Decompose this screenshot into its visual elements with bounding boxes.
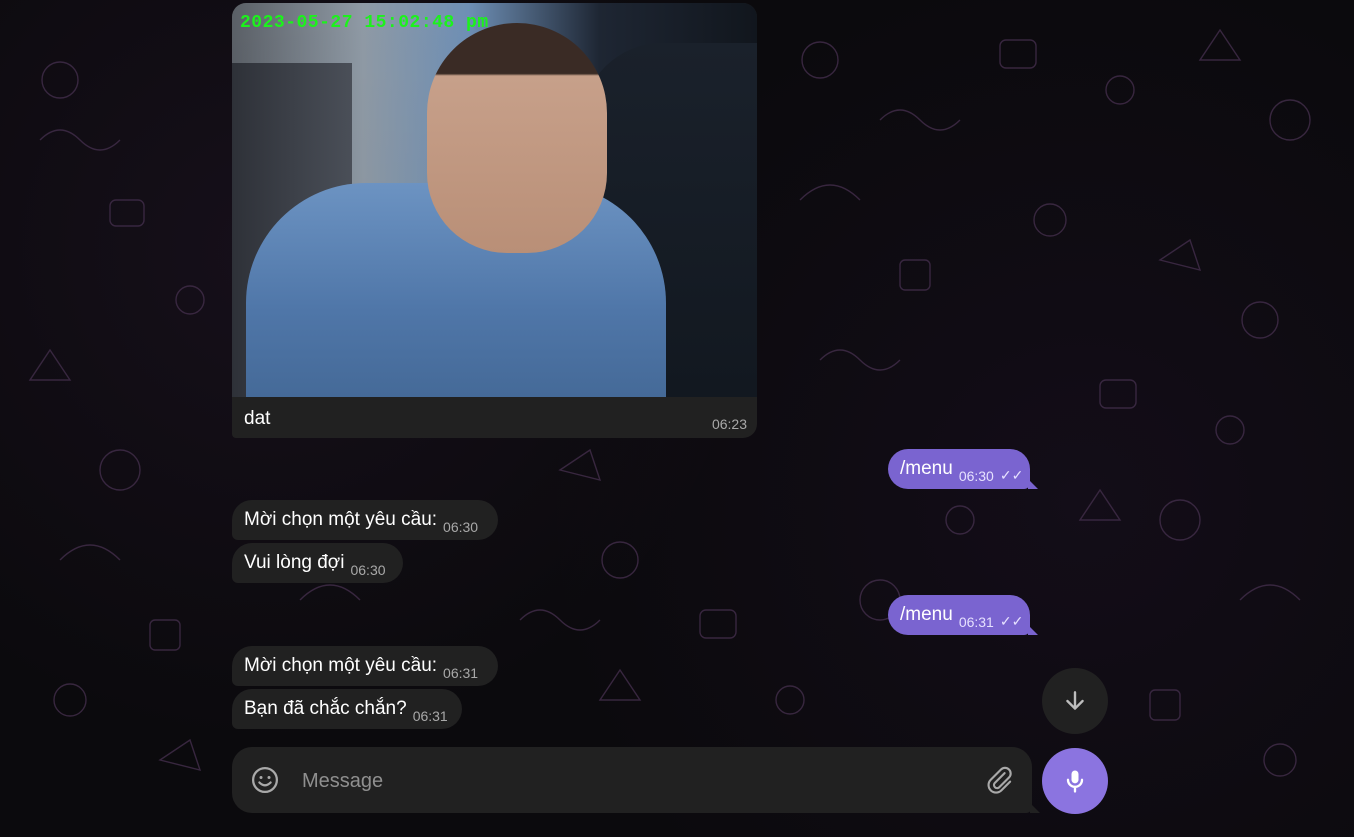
message-text: Mời chọn một yêu cầu: <box>244 509 438 530</box>
double-check-icon: ✓✓ <box>999 612 1024 629</box>
double-check-icon: ✓✓ <box>999 466 1024 483</box>
message-text: Bạn đã chắc chắn? <box>244 698 407 719</box>
message-text: Vui lòng đợi <box>244 552 345 573</box>
message-text: /menu <box>900 458 953 479</box>
photo[interactable]: 2023-05-27 15:02:48 pm <box>232 3 757 397</box>
message-time: 06:23 <box>711 416 747 432</box>
photo-message[interactable]: 2023-05-27 15:02:48 pm dat 06:23 <box>232 3 757 438</box>
emoji-icon[interactable] <box>250 765 280 795</box>
message-time: 06:31 <box>443 665 479 681</box>
voice-message-button[interactable] <box>1042 748 1108 814</box>
microphone-icon <box>1066 770 1084 793</box>
outgoing-message[interactable]: /menu 06:31 ✓✓ <box>888 595 1038 635</box>
incoming-message[interactable]: Bạn đã chắc chắn? 06:31 <box>232 689 462 729</box>
paperclip-icon[interactable] <box>984 765 1014 795</box>
photo-caption: dat <box>244 408 271 429</box>
message-input[interactable] <box>300 747 944 815</box>
message-text: Mời chọn một yêu cầu: <box>244 655 438 676</box>
message-time: 06:30 <box>443 519 479 535</box>
message-time: 06:31 <box>412 708 448 724</box>
message-time: 06:30 <box>350 562 386 578</box>
message-time: 06:30 <box>958 468 994 484</box>
message-composer <box>232 747 1040 815</box>
photo-timestamp-overlay: 2023-05-27 15:02:48 pm <box>240 13 489 33</box>
scroll-down-button[interactable] <box>1042 668 1108 734</box>
outgoing-message[interactable]: /menu 06:30 ✓✓ <box>888 449 1038 489</box>
message-time: 06:31 <box>958 614 994 630</box>
incoming-message[interactable]: Vui lòng đợi 06:30 <box>232 543 403 583</box>
arrow-down-icon <box>1066 691 1084 710</box>
incoming-message[interactable]: Mời chọn một yêu cầu: 06:31 <box>232 646 498 686</box>
chat-area: 2023-05-27 15:02:48 pm dat 06:23 /menu 0… <box>0 0 1354 837</box>
message-text: /menu <box>900 604 953 625</box>
incoming-message[interactable]: Mời chọn một yêu cầu: 06:30 <box>232 500 498 540</box>
